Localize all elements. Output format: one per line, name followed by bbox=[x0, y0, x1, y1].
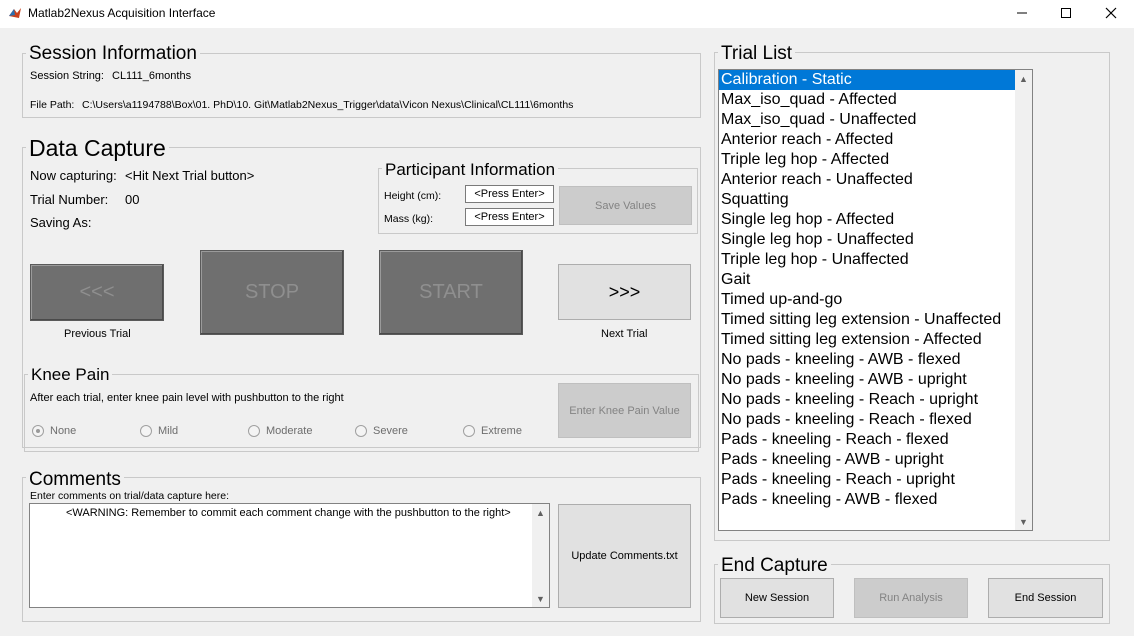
comments-title: Comments bbox=[26, 470, 124, 489]
close-button[interactable] bbox=[1088, 0, 1134, 26]
knee-pain-option-label: None bbox=[50, 425, 77, 437]
maximize-button[interactable] bbox=[1043, 0, 1089, 26]
trial-list-item[interactable]: Max_iso_quad - Affected bbox=[719, 90, 1015, 110]
title-bar: Matlab2Nexus Acquisition Interface bbox=[0, 0, 1134, 28]
trial-list-item[interactable]: Timed up-and-go bbox=[719, 290, 1015, 310]
saving-as-label: Saving As: bbox=[30, 215, 92, 230]
knee-pain-instruction: After each trial, enter knee pain level … bbox=[30, 392, 344, 404]
trial-list-item[interactable]: Single leg hop - Affected bbox=[719, 210, 1015, 230]
trial-list-item[interactable]: Timed sitting leg extension - Unaffected bbox=[719, 310, 1015, 330]
trial-list-item[interactable]: Single leg hop - Unaffected bbox=[719, 230, 1015, 250]
scroll-down-icon[interactable]: ▼ bbox=[532, 590, 549, 607]
radio-unselected-icon bbox=[463, 425, 475, 437]
trial-list-item[interactable]: Calibration - Static bbox=[719, 70, 1015, 90]
start-button[interactable]: START bbox=[379, 250, 523, 335]
matlab-app-icon bbox=[8, 6, 22, 20]
trial-list-item[interactable]: Timed sitting leg extension - Affected bbox=[719, 330, 1015, 350]
knee-pain-option-mild[interactable]: Mild bbox=[140, 425, 178, 437]
scroll-up-icon[interactable]: ▲ bbox=[1015, 70, 1032, 87]
knee-pain-option-severe[interactable]: Severe bbox=[355, 425, 408, 437]
radio-unselected-icon bbox=[140, 425, 152, 437]
close-icon bbox=[1105, 7, 1117, 19]
comments-textarea[interactable]: <WARNING: Remember to commit each commen… bbox=[29, 503, 550, 608]
scroll-down-icon[interactable]: ▼ bbox=[1015, 513, 1032, 530]
trial-list-item[interactable]: Triple leg hop - Affected bbox=[719, 150, 1015, 170]
now-capturing-value: <Hit Next Trial button> bbox=[125, 168, 255, 183]
session-information-title: Session Information bbox=[26, 44, 200, 63]
height-label: Height (cm): bbox=[384, 190, 442, 202]
trial-list-item[interactable]: No pads - kneeling - AWB - upright bbox=[719, 370, 1015, 390]
comments-instruction: Enter comments on trial/data capture her… bbox=[30, 490, 230, 502]
trial-items: Calibration - Static Max_iso_quad - Affec… bbox=[719, 70, 1015, 510]
maximize-icon bbox=[1061, 8, 1071, 18]
next-trial-button[interactable]: >>> bbox=[558, 264, 691, 320]
trial-list-item[interactable]: No pads - kneeling - Reach - flexed bbox=[719, 410, 1015, 430]
stop-button[interactable]: STOP bbox=[200, 250, 344, 335]
minimize-button[interactable] bbox=[999, 0, 1045, 26]
trial-list-item[interactable]: Anterior reach - Unaffected bbox=[719, 170, 1015, 190]
trial-number-label: Trial Number: bbox=[30, 192, 109, 207]
window-title: Matlab2Nexus Acquisition Interface bbox=[28, 6, 216, 20]
trial-number-value: 00 bbox=[125, 192, 140, 207]
session-string-value: CL111_6months bbox=[112, 70, 192, 82]
trial-list-item[interactable]: Pads - kneeling - AWB - upright bbox=[719, 450, 1015, 470]
trial-list-item[interactable]: Max_iso_quad - Unaffected bbox=[719, 110, 1015, 130]
knee-pain-option-label: Severe bbox=[373, 425, 408, 437]
comments-text: <WARNING: Remember to commit each commen… bbox=[66, 507, 511, 519]
radio-unselected-icon bbox=[355, 425, 367, 437]
trial-list-item[interactable]: Pads - kneeling - Reach - upright bbox=[719, 470, 1015, 490]
next-trial-caption: Next Trial bbox=[601, 328, 648, 340]
run-analysis-button[interactable]: Run Analysis bbox=[854, 578, 968, 618]
new-session-button[interactable]: New Session bbox=[720, 578, 834, 618]
trial-list-item[interactable]: No pads - kneeling - Reach - upright bbox=[719, 390, 1015, 410]
trial-list-scrollbar[interactable]: ▲ ▼ bbox=[1015, 70, 1032, 530]
enter-knee-pain-button[interactable]: Enter Knee Pain Value bbox=[558, 383, 691, 438]
end-capture-title: End Capture bbox=[718, 556, 831, 575]
knee-pain-option-label: Extreme bbox=[481, 425, 522, 437]
knee-pain-option-extreme[interactable]: Extreme bbox=[463, 425, 522, 437]
save-values-button[interactable]: Save Values bbox=[559, 186, 692, 225]
previous-trial-button[interactable]: <<< bbox=[30, 264, 164, 321]
session-string-label: Session String: bbox=[30, 70, 104, 82]
scroll-up-icon[interactable]: ▲ bbox=[532, 504, 549, 521]
trial-list-title: Trial List bbox=[718, 44, 796, 63]
trial-list-item[interactable]: Anterior reach - Affected bbox=[719, 130, 1015, 150]
height-field[interactable]: <Press Enter> bbox=[465, 185, 554, 203]
trial-list-item[interactable]: Pads - kneeling - Reach - flexed bbox=[719, 430, 1015, 450]
update-comments-button[interactable]: Update Comments.txt bbox=[558, 504, 691, 608]
knee-pain-option-none[interactable]: None bbox=[32, 425, 76, 437]
knee-pain-option-moderate[interactable]: Moderate bbox=[248, 425, 312, 437]
participant-information-title: Participant Information bbox=[382, 161, 559, 178]
trial-list-item[interactable]: Gait bbox=[719, 270, 1015, 290]
now-capturing-label: Now capturing: bbox=[30, 168, 117, 183]
trial-list-item[interactable]: Pads - kneeling - AWB - flexed bbox=[719, 490, 1015, 510]
trial-list-item[interactable]: Triple leg hop - Unaffected bbox=[719, 250, 1015, 270]
previous-trial-caption: Previous Trial bbox=[64, 328, 131, 340]
trial-listbox[interactable]: Calibration - Static Max_iso_quad - Affec… bbox=[718, 69, 1033, 531]
trial-list-item[interactable]: Squatting bbox=[719, 190, 1015, 210]
minimize-icon bbox=[1017, 12, 1027, 14]
comments-scrollbar[interactable]: ▲ ▼ bbox=[532, 504, 549, 607]
knee-pain-option-label: Moderate bbox=[266, 425, 313, 437]
knee-pain-title: Knee Pain bbox=[28, 366, 113, 383]
mass-field[interactable]: <Press Enter> bbox=[465, 208, 554, 226]
file-path-label: File Path: bbox=[30, 99, 75, 111]
file-path-value: C:\Users\a1194788\Box\01. PhD\10. Git\Ma… bbox=[82, 99, 574, 111]
radio-unselected-icon bbox=[248, 425, 260, 437]
radio-selected-icon bbox=[32, 425, 44, 437]
mass-label: Mass (kg): bbox=[384, 213, 434, 225]
end-session-button[interactable]: End Session bbox=[988, 578, 1103, 618]
knee-pain-option-label: Mild bbox=[158, 425, 179, 437]
trial-list-item[interactable]: No pads - kneeling - AWB - flexed bbox=[719, 350, 1015, 370]
data-capture-title: Data Capture bbox=[26, 137, 169, 160]
